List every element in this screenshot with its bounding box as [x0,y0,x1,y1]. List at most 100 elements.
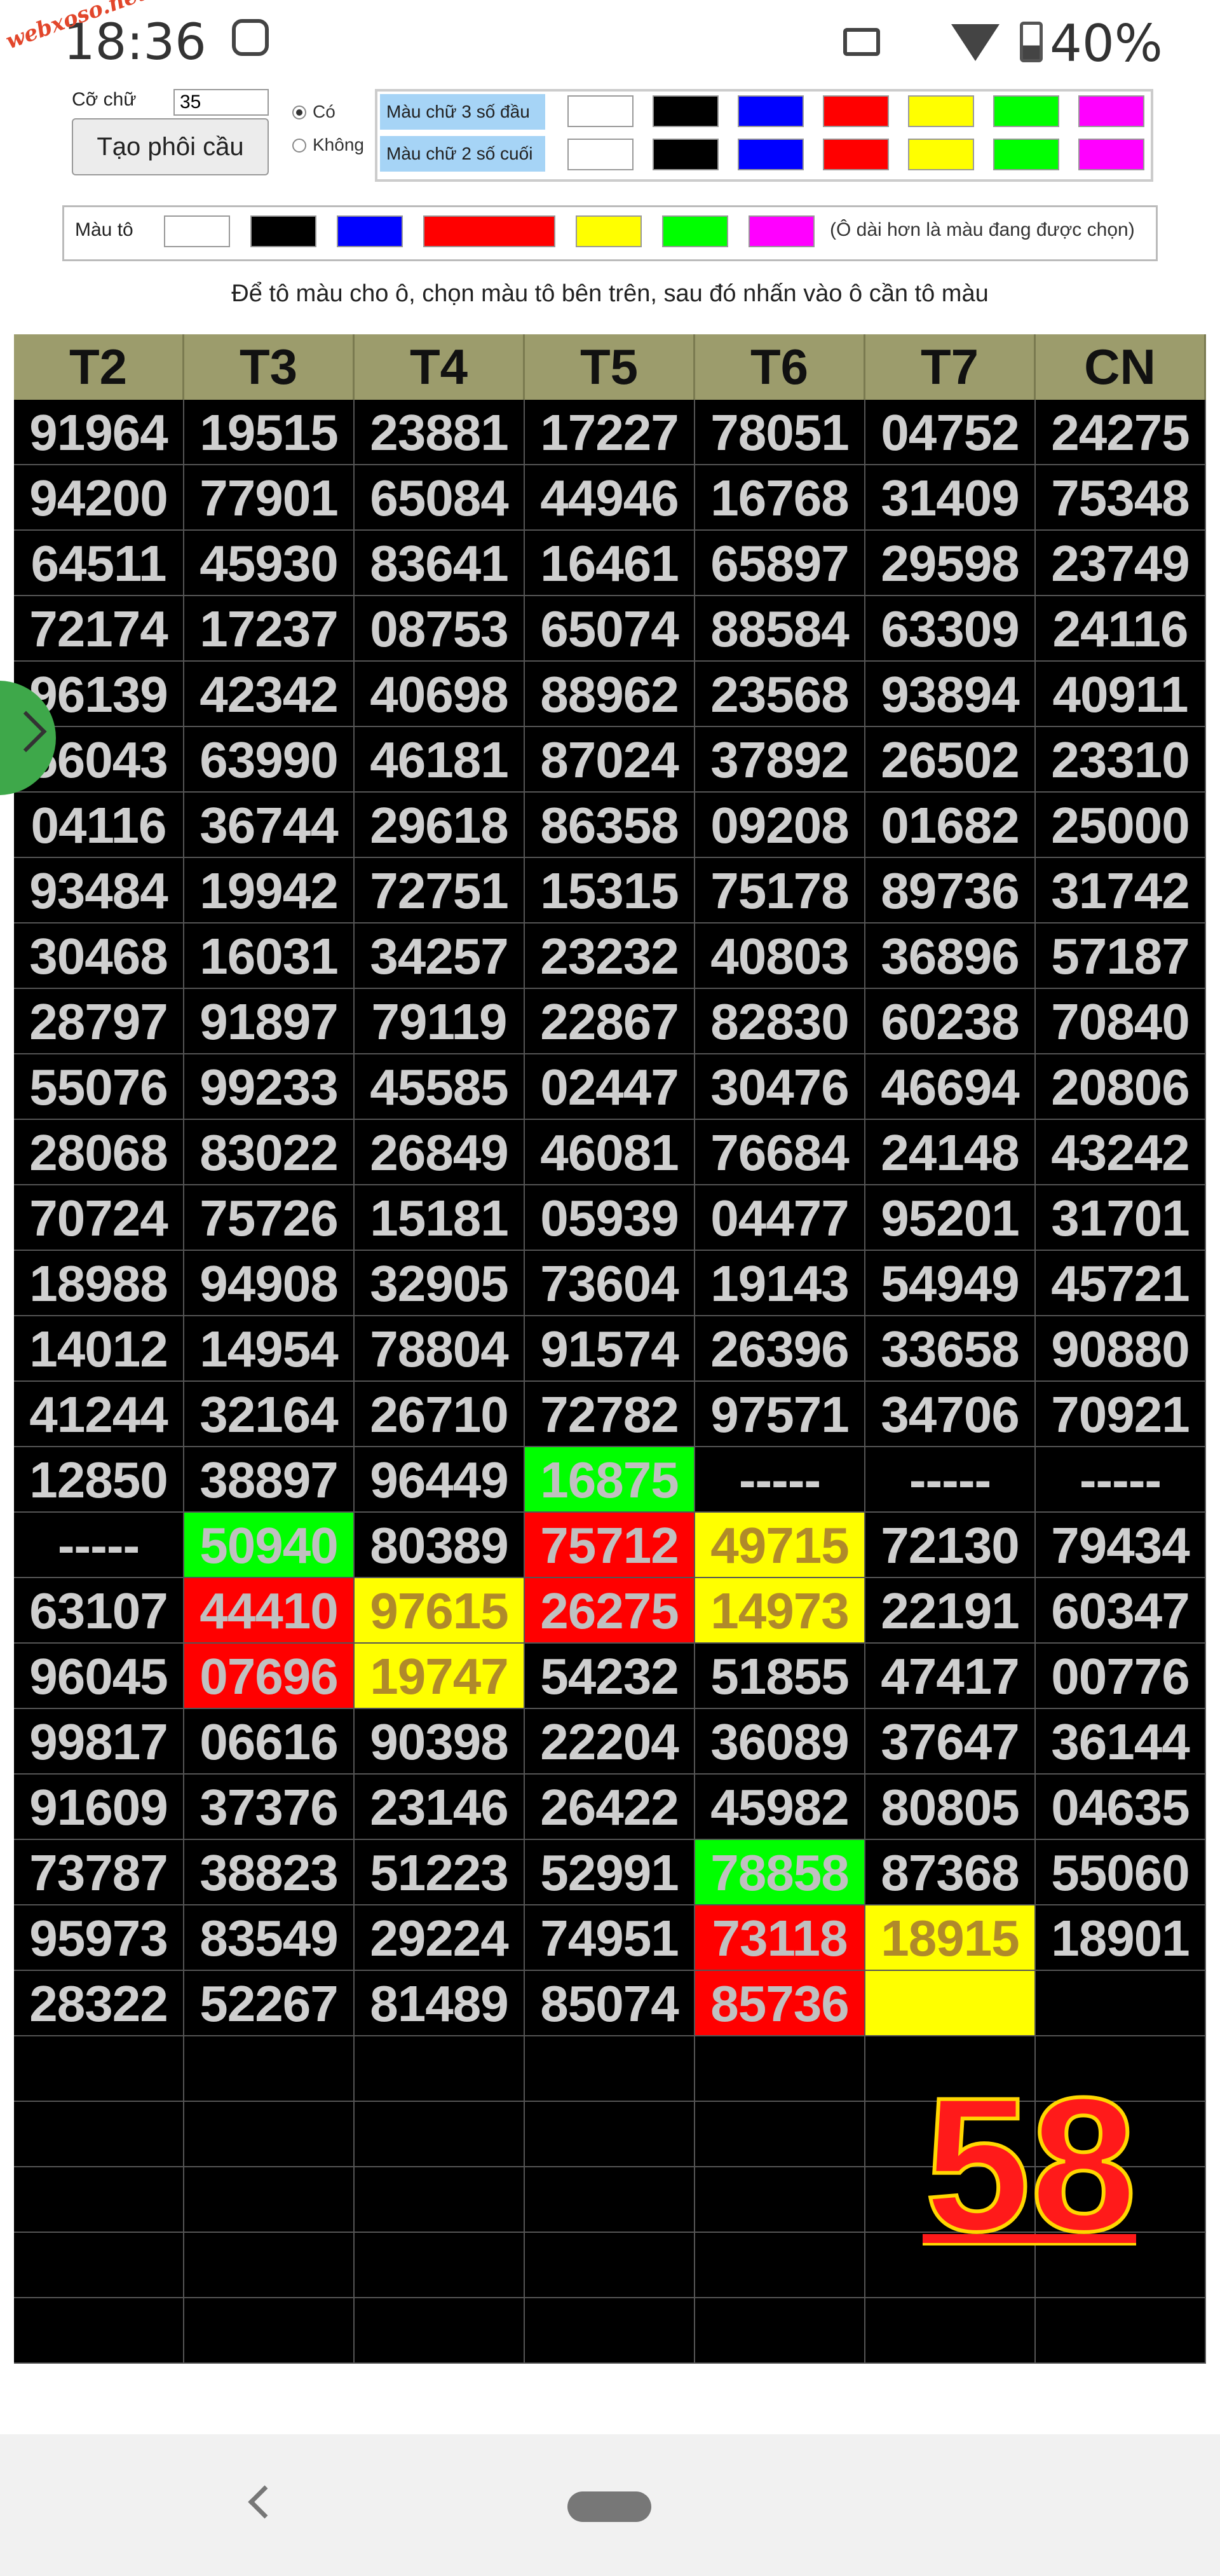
grid-cell[interactable]: 85736 [695,1971,865,2036]
grid-cell[interactable]: 18901 [1036,1905,1206,1971]
grid-cell[interactable] [184,2102,355,2167]
grid-cell[interactable] [184,2233,355,2298]
last-two-swatch-4[interactable] [908,139,974,170]
first-three-swatch-0[interactable] [567,95,634,127]
grid-cell[interactable]: ----- [865,1447,1036,1513]
first-three-swatch-1[interactable] [653,95,719,127]
grid-cell[interactable]: 50940 [184,1513,355,1578]
grid-cell[interactable]: 96449 [355,1447,525,1513]
grid-cell[interactable]: 99233 [184,1054,355,1120]
grid-cell[interactable]: 46694 [865,1054,1036,1120]
create-pattern-button[interactable]: Tạo phôi cầu [72,118,269,175]
grid-cell[interactable]: 09208 [695,793,865,858]
grid-cell[interactable]: 51855 [695,1644,865,1709]
grid-cell[interactable]: 82830 [695,989,865,1054]
grid-cell[interactable]: 46081 [525,1120,695,1185]
grid-cell[interactable]: 95201 [865,1185,1036,1251]
grid-cell[interactable]: 75726 [184,1185,355,1251]
grid-cell[interactable]: 90880 [1036,1316,1206,1382]
grid-cell[interactable]: 83641 [355,531,525,596]
grid-cell[interactable]: 24148 [865,1120,1036,1185]
grid-cell[interactable]: 94200 [14,465,184,531]
grid-cell[interactable]: 40698 [355,662,525,727]
grid-cell[interactable] [14,2102,184,2167]
grid-cell[interactable]: 19515 [184,400,355,465]
grid-cell[interactable]: 81489 [355,1971,525,2036]
fill-swatch-5[interactable] [662,215,728,247]
grid-cell[interactable] [695,2298,865,2364]
grid-cell[interactable]: 14954 [184,1316,355,1382]
grid-cell[interactable]: 40803 [695,923,865,989]
grid-cell[interactable]: 25000 [1036,793,1206,858]
grid-cell[interactable]: 36896 [865,923,1036,989]
grid-cell[interactable]: 07696 [184,1644,355,1709]
grid-cell[interactable] [525,2167,695,2233]
grid-cell[interactable] [1036,1971,1206,2036]
grid-cell[interactable]: 63309 [865,596,1036,662]
radio-yes[interactable] [292,106,306,119]
grid-cell[interactable]: 86358 [525,793,695,858]
last-two-swatch-1[interactable] [653,139,719,170]
grid-cell[interactable]: 15181 [355,1185,525,1251]
grid-cell[interactable]: 28322 [14,1971,184,2036]
grid-cell[interactable] [695,2036,865,2102]
grid-cell[interactable]: 22191 [865,1578,1036,1644]
grid-cell[interactable]: 16875 [525,1447,695,1513]
grid-cell[interactable] [14,2233,184,2298]
grid-cell[interactable]: 34706 [865,1382,1036,1447]
grid-cell[interactable]: 14012 [14,1316,184,1382]
grid-cell[interactable]: 79434 [1036,1513,1206,1578]
grid-cell[interactable]: 16031 [184,923,355,989]
last-two-swatch-0[interactable] [567,139,634,170]
grid-cell[interactable]: 06616 [184,1709,355,1775]
grid-cell[interactable]: 97615 [355,1578,525,1644]
grid-cell[interactable]: 30476 [695,1054,865,1120]
grid-cell[interactable]: 91574 [525,1316,695,1382]
grid-cell[interactable]: 64511 [14,531,184,596]
grid-cell[interactable]: 79119 [355,989,525,1054]
grid-cell[interactable]: ----- [695,1447,865,1513]
grid-cell[interactable]: ----- [1036,1447,1206,1513]
grid-cell[interactable]: 36144 [1036,1709,1206,1775]
grid-cell[interactable]: 26275 [525,1578,695,1644]
grid-cell[interactable]: 54232 [525,1644,695,1709]
grid-cell[interactable]: 78051 [695,400,865,465]
grid-cell[interactable]: 72751 [355,858,525,923]
grid-cell[interactable]: 26502 [865,727,1036,793]
grid-cell[interactable]: 73118 [695,1905,865,1971]
grid-cell[interactable]: 33658 [865,1316,1036,1382]
grid-cell[interactable]: 80805 [865,1775,1036,1840]
grid-cell[interactable]: 75712 [525,1513,695,1578]
grid-cell[interactable]: 38823 [184,1840,355,1905]
grid-cell[interactable] [355,2167,525,2233]
font-size-select[interactable]: 35 [173,89,269,116]
last-two-swatch-2[interactable] [738,139,804,170]
grid-cell[interactable]: 45930 [184,531,355,596]
grid-cell[interactable]: 38897 [184,1447,355,1513]
grid-cell[interactable]: 17227 [525,400,695,465]
grid-cell[interactable]: 54949 [865,1251,1036,1316]
grid-cell[interactable] [355,2102,525,2167]
grid-cell[interactable]: 16768 [695,465,865,531]
grid-cell[interactable]: 85074 [525,1971,695,2036]
grid-cell[interactable] [525,2102,695,2167]
grid-cell[interactable]: 89736 [865,858,1036,923]
grid-cell[interactable]: 44410 [184,1578,355,1644]
grid-cell[interactable]: 77901 [184,465,355,531]
first-three-swatch-3[interactable] [823,95,889,127]
grid-cell[interactable]: 88584 [695,596,865,662]
grid-cell[interactable]: 24275 [1036,400,1206,465]
grid-cell[interactable]: 51223 [355,1840,525,1905]
grid-cell[interactable]: 63990 [184,727,355,793]
grid-cell[interactable]: 30468 [14,923,184,989]
grid-cell[interactable]: 75178 [695,858,865,923]
grid-cell[interactable]: 26849 [355,1120,525,1185]
grid-cell[interactable]: 74951 [525,1905,695,1971]
grid-cell[interactable]: 65897 [695,531,865,596]
grid-cell[interactable]: 22204 [525,1709,695,1775]
grid-cell[interactable]: 05939 [525,1185,695,1251]
grid-cell[interactable]: 45982 [695,1775,865,1840]
grid-cell[interactable]: 63107 [14,1578,184,1644]
grid-cell[interactable] [695,2167,865,2233]
grid-cell[interactable]: 91964 [14,400,184,465]
